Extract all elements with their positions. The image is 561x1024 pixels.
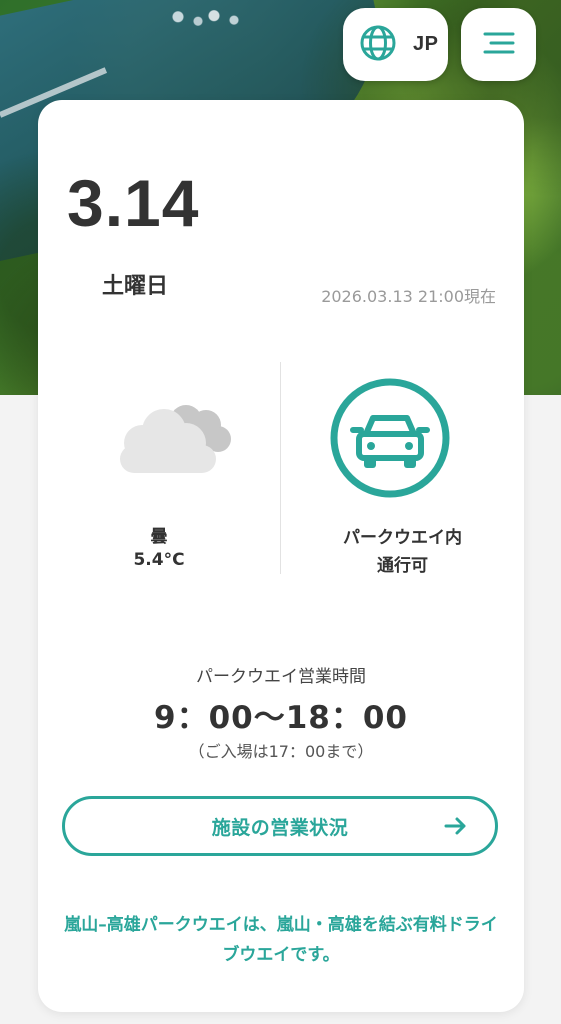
facility-status-label: 施設の営業状況 xyxy=(211,816,349,839)
traffic-area-label: パークウエイ内 xyxy=(343,528,462,548)
weekday-label: 土曜日 xyxy=(102,274,169,299)
updated-timestamp: 2026.03.13 21:00現在 xyxy=(321,287,496,306)
language-switcher-button[interactable]: JP xyxy=(343,8,448,81)
cloud-icon xyxy=(108,397,238,479)
weather-traffic-section: 曇 5.4°C パークウエイ内 通行可 xyxy=(38,362,524,576)
hours-value: 9：00〜18：00 xyxy=(154,700,408,736)
parkway-description: 嵐山–高雄パークウエイは、嵐山・高雄を結ぶ有料ドライブウエイです。 xyxy=(64,915,498,965)
status-card: 3.14 土曜日 2026.03.13 21:00現在 曇 5.4°C パークウ… xyxy=(38,100,524,1012)
globe-icon xyxy=(359,24,397,66)
facility-status-button[interactable]: 施設の営業状況 xyxy=(62,796,498,856)
date-display: 3.14 xyxy=(67,166,200,240)
language-label: JP xyxy=(413,33,439,55)
hours-title: パークウエイ営業時間 xyxy=(196,667,366,687)
hamburger-menu-icon xyxy=(483,31,515,59)
car-icon xyxy=(330,378,450,498)
weather-condition: 曇 xyxy=(150,527,168,547)
arrow-right-icon xyxy=(443,813,469,839)
menu-button[interactable] xyxy=(461,8,536,81)
temperature: 5.4°C xyxy=(133,550,185,570)
traffic-status: 通行可 xyxy=(377,556,428,576)
hours-note: （ご入場は17：00まで） xyxy=(188,742,374,761)
